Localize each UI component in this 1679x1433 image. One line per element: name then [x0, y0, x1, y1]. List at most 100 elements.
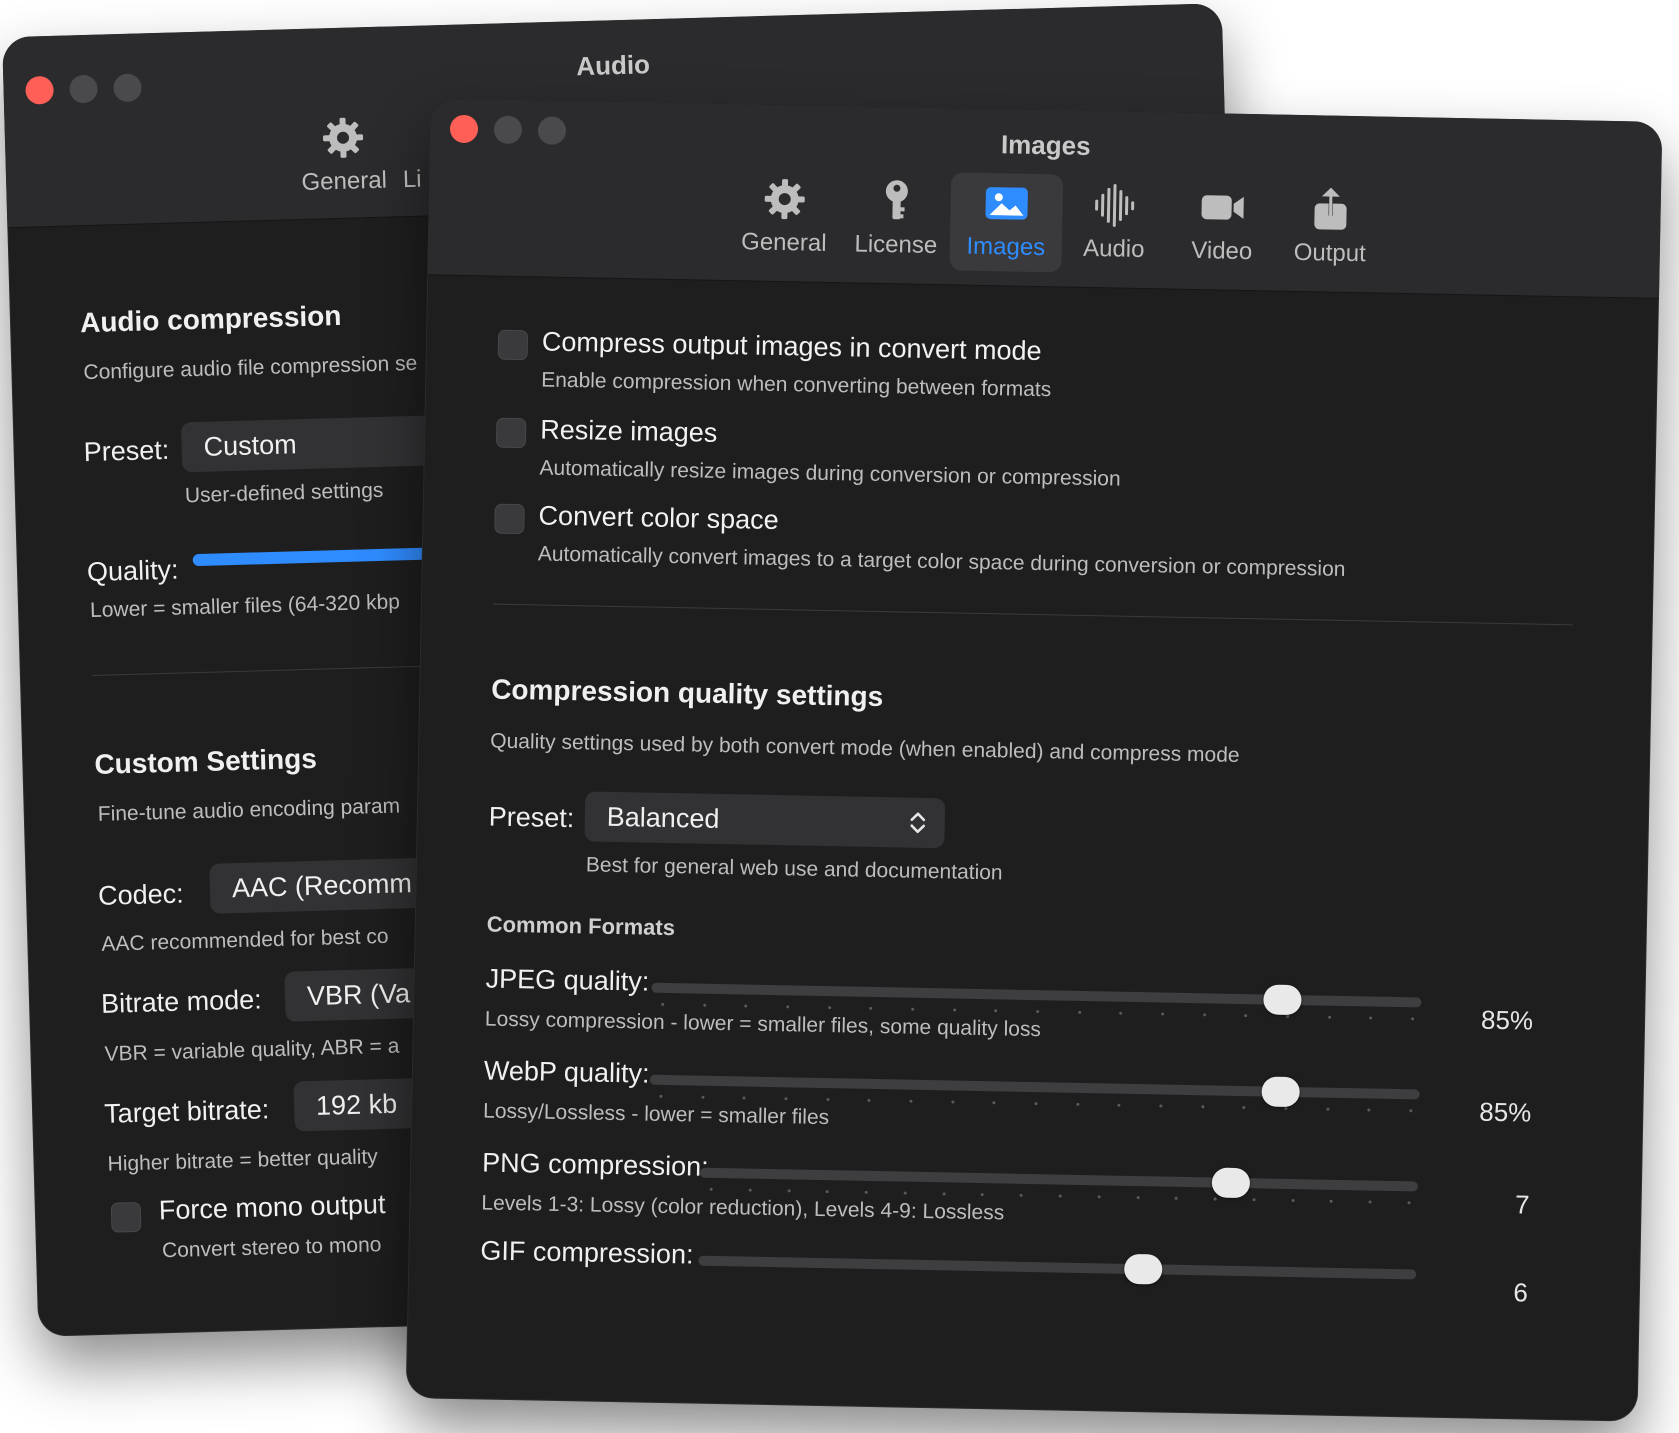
slider-tick — [942, 1192, 946, 1196]
slider-tick — [787, 1189, 791, 1193]
option-title: Convert color space — [538, 500, 779, 536]
quality-hint: Lower = smaller files (64-320 kbp — [89, 590, 401, 623]
tab-label: License — [854, 230, 938, 260]
key-icon — [872, 177, 921, 226]
slider-tick — [1286, 1014, 1290, 1018]
slider-tick — [1409, 1109, 1413, 1113]
preset-select[interactable]: Balanced — [584, 791, 946, 849]
preset-select[interactable]: Custom — [180, 415, 443, 473]
slider-tick — [1252, 1198, 1256, 1202]
tab-general[interactable]: General — [727, 168, 841, 268]
slider-hint: Lossy/Lossless - lower = smaller files — [482, 1099, 830, 1130]
slider-tick — [661, 1002, 665, 1006]
slider-tick — [1213, 1197, 1217, 1201]
slider-value: 85% — [1480, 1004, 1534, 1036]
tab-general[interactable]: General — [286, 106, 401, 207]
section-description: Fine-tune audio encoding param — [97, 794, 401, 826]
option-hint: Enable compression when converting betwe… — [540, 368, 1052, 402]
tab-output[interactable]: Output — [1273, 179, 1387, 279]
slider-tick — [1329, 1199, 1334, 1203]
slider-tick — [981, 1193, 985, 1197]
preset-value: Custom — [203, 428, 298, 462]
slider-tick — [786, 1005, 790, 1009]
bitrate-mode-hint: VBR = variable quality, ABR = a — [104, 1034, 400, 1066]
slider-tick — [1077, 1010, 1081, 1014]
slider-tick — [744, 1004, 748, 1008]
tab-images[interactable]: Images — [949, 172, 1064, 273]
target-bitrate-hint: Higher bitrate = better quality — [107, 1145, 379, 1176]
slider-tick — [867, 1098, 871, 1102]
slider-label: WebP quality: — [483, 1055, 650, 1089]
target-bitrate-value: 192 kb — [315, 1088, 398, 1121]
format-quality-slider[interactable] — [651, 973, 1422, 1021]
force-mono-hint: Convert stereo to mono — [161, 1233, 382, 1263]
slider-tick — [701, 1095, 705, 1099]
slider-tick — [1201, 1105, 1205, 1109]
quality-slider[interactable] — [192, 546, 453, 567]
slider-track — [699, 1167, 1418, 1192]
slider-tick — [951, 1100, 955, 1104]
section-heading: Custom Settings — [93, 742, 318, 780]
slider-track — [698, 1255, 1417, 1280]
force-mono-checkbox[interactable] — [110, 1201, 142, 1233]
slider-tick — [827, 1006, 831, 1010]
convert-color-space-checkbox[interactable] — [494, 503, 525, 535]
bitrate-mode-label: Bitrate mode: — [100, 984, 263, 1019]
slider-knob[interactable] — [1263, 984, 1303, 1016]
option-hint: Automatically resize images during conve… — [539, 456, 1121, 491]
tab-video[interactable]: Video — [1165, 176, 1279, 276]
slider-tick — [1136, 1196, 1140, 1200]
format-quality-slider[interactable] — [649, 1065, 1420, 1113]
codec-hint: AAC recommended for best co — [101, 924, 389, 956]
slider-value: 7 — [1514, 1189, 1530, 1220]
quality-label: Quality: — [86, 554, 179, 588]
slider-tick — [952, 1008, 956, 1012]
tab-label: Output — [1293, 238, 1367, 268]
slider-tick — [1019, 1193, 1023, 1197]
images-settings-window: Images General License Images Audio Vide… — [405, 98, 1663, 1422]
slider-tick — [909, 1099, 913, 1103]
chevron-updown-icon — [910, 812, 926, 834]
tab-label: General — [301, 166, 388, 196]
compress-output-checkbox[interactable] — [497, 329, 529, 361]
gear-icon — [760, 175, 809, 224]
slider-value: 6 — [1513, 1277, 1529, 1308]
slider-tick — [825, 1190, 830, 1194]
tab-license[interactable]: License — [839, 170, 953, 270]
slider-tick — [1291, 1199, 1295, 1203]
slider-tick — [1407, 1201, 1411, 1205]
slider-tick — [659, 1094, 663, 1098]
waveform-icon — [1090, 181, 1139, 230]
slider-label: GIF compression: — [480, 1235, 694, 1270]
section-description: Configure audio file compression se — [83, 351, 418, 385]
section-divider — [492, 603, 1573, 626]
format-quality-slider[interactable] — [698, 1246, 1417, 1290]
slider-tick — [709, 1187, 713, 1191]
codec-label: Codec: — [97, 878, 185, 911]
slider-knob[interactable] — [1261, 1076, 1301, 1108]
tab-license[interactable]: Li — [390, 105, 433, 204]
slider-tick — [784, 1097, 788, 1101]
slider-tick — [911, 1007, 915, 1011]
slider-knob[interactable] — [1124, 1253, 1163, 1285]
slider-tick — [903, 1191, 907, 1195]
slider-tick — [1159, 1104, 1163, 1108]
option-title: Resize images — [539, 414, 718, 448]
slider-tick — [1244, 1014, 1248, 1018]
tab-audio[interactable]: Audio — [1057, 174, 1171, 274]
option-hint: Automatically convert images to a target… — [537, 542, 1346, 581]
slider-tick — [742, 1096, 746, 1100]
format-quality-slider[interactable] — [699, 1158, 1418, 1205]
resize-images-checkbox[interactable] — [495, 417, 527, 449]
share-icon — [1306, 185, 1355, 234]
slider-tick — [702, 1003, 706, 1007]
tab-label: Li — [402, 165, 422, 194]
slider-tick — [1284, 1106, 1288, 1110]
slider-tick — [748, 1188, 752, 1192]
section-description: Quality settings used by both convert mo… — [490, 729, 1240, 767]
preset-hint: Best for general web use and documentati… — [585, 853, 1003, 885]
slider-tick — [869, 1006, 873, 1010]
video-camera-icon — [1198, 183, 1247, 232]
slider-knob[interactable] — [1211, 1167, 1251, 1199]
slider-tick — [1411, 1017, 1415, 1021]
